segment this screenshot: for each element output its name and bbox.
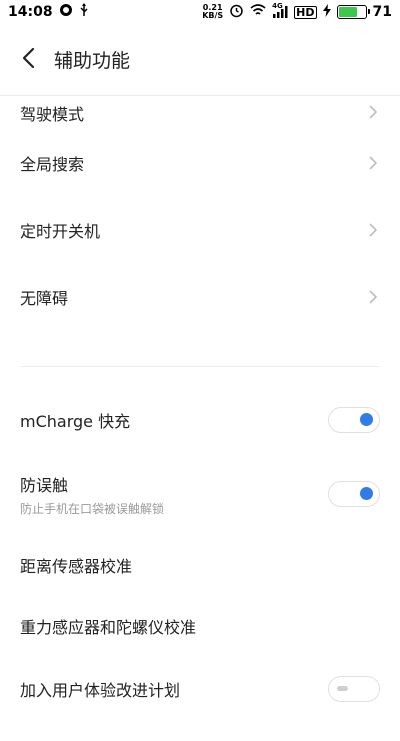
settings-list: 驾驶模式 全局搜索 定时开关机 无障碍 mCharge 快充 防误触 防止手机在 bbox=[0, 96, 400, 741]
setting-label: 加入用户体验改进计划 bbox=[20, 681, 181, 700]
usb-icon bbox=[79, 3, 89, 21]
chevron-right-icon bbox=[366, 223, 380, 237]
nav-item-global-search[interactable]: 全局搜索 bbox=[0, 129, 400, 196]
setting-gravity-calibration[interactable]: 重力感应器和陀螺仪校准 bbox=[0, 615, 400, 637]
toggle-knob bbox=[337, 686, 348, 691]
chevron-right-icon bbox=[366, 105, 380, 119]
ux-plan-toggle[interactable] bbox=[328, 676, 380, 702]
status-left: 14:08 bbox=[8, 3, 89, 21]
nav-item-label: 全局搜索 bbox=[20, 154, 85, 174]
setting-label: 防误触 bbox=[20, 475, 69, 495]
back-button[interactable] bbox=[2, 34, 54, 86]
page-title: 辅助功能 bbox=[54, 50, 131, 72]
battery-tip bbox=[367, 9, 370, 14]
cellular-signal-icon: 4G bbox=[272, 2, 288, 19]
nav-item-scheduled-power[interactable]: 定时开关机 bbox=[0, 196, 400, 263]
app-header: 辅助功能 bbox=[0, 24, 400, 96]
mcharge-toggle[interactable] bbox=[328, 407, 380, 433]
nav-item-driving-mode[interactable]: 驾驶模式 bbox=[0, 96, 400, 129]
wifi-icon bbox=[250, 3, 266, 21]
alarm-icon bbox=[229, 3, 244, 22]
speed-unit: KB/S bbox=[202, 11, 224, 20]
status-time: 14:08 bbox=[8, 4, 53, 20]
setting-sublabel: 防止手机在口袋被误触解锁 bbox=[20, 501, 165, 516]
charging-icon bbox=[322, 3, 331, 21]
toggle-knob bbox=[360, 487, 373, 500]
setting-label: 距离传感器校准 bbox=[20, 557, 133, 576]
setting-label: mCharge 快充 bbox=[20, 412, 131, 431]
setting-anti-touch[interactable]: 防误触 防止手机在口袋被误触解锁 bbox=[0, 472, 400, 517]
setting-text: 防误触 防止手机在口袋被误触解锁 bbox=[20, 472, 164, 517]
setting-label: 重力感应器和陀螺仪校准 bbox=[20, 618, 197, 637]
status-right: 0.21 KB/S 4G HD 71 bbox=[202, 2, 392, 22]
back-arrow-icon bbox=[21, 47, 35, 73]
anti-touch-toggle[interactable] bbox=[328, 481, 380, 507]
toggle-knob bbox=[360, 413, 373, 426]
nav-item-accessibility[interactable]: 无障碍 bbox=[0, 263, 400, 330]
nav-item-label: 无障碍 bbox=[20, 288, 69, 308]
setting-proximity-calibration[interactable]: 距离传感器校准 bbox=[0, 515, 400, 615]
chevron-right-icon bbox=[366, 290, 380, 304]
battery-icon bbox=[336, 5, 370, 19]
setting-ux-plan[interactable]: 加入用户体验改进计划 bbox=[0, 637, 400, 741]
battery-level: 71 bbox=[372, 4, 392, 20]
status-bar: 14:08 0.21 KB/S 4G HD 71 bbox=[0, 0, 400, 24]
battery-fill bbox=[338, 7, 357, 17]
network-speed: 0.21 KB/S bbox=[202, 4, 223, 20]
nav-item-label: 定时开关机 bbox=[20, 221, 101, 241]
setting-mcharge[interactable]: mCharge 快充 bbox=[0, 367, 400, 473]
chevron-right-icon bbox=[366, 156, 380, 170]
nav-item-label: 驾驶模式 bbox=[20, 105, 85, 124]
app-notification-icon bbox=[59, 3, 73, 21]
hd-icon: HD bbox=[294, 5, 317, 19]
